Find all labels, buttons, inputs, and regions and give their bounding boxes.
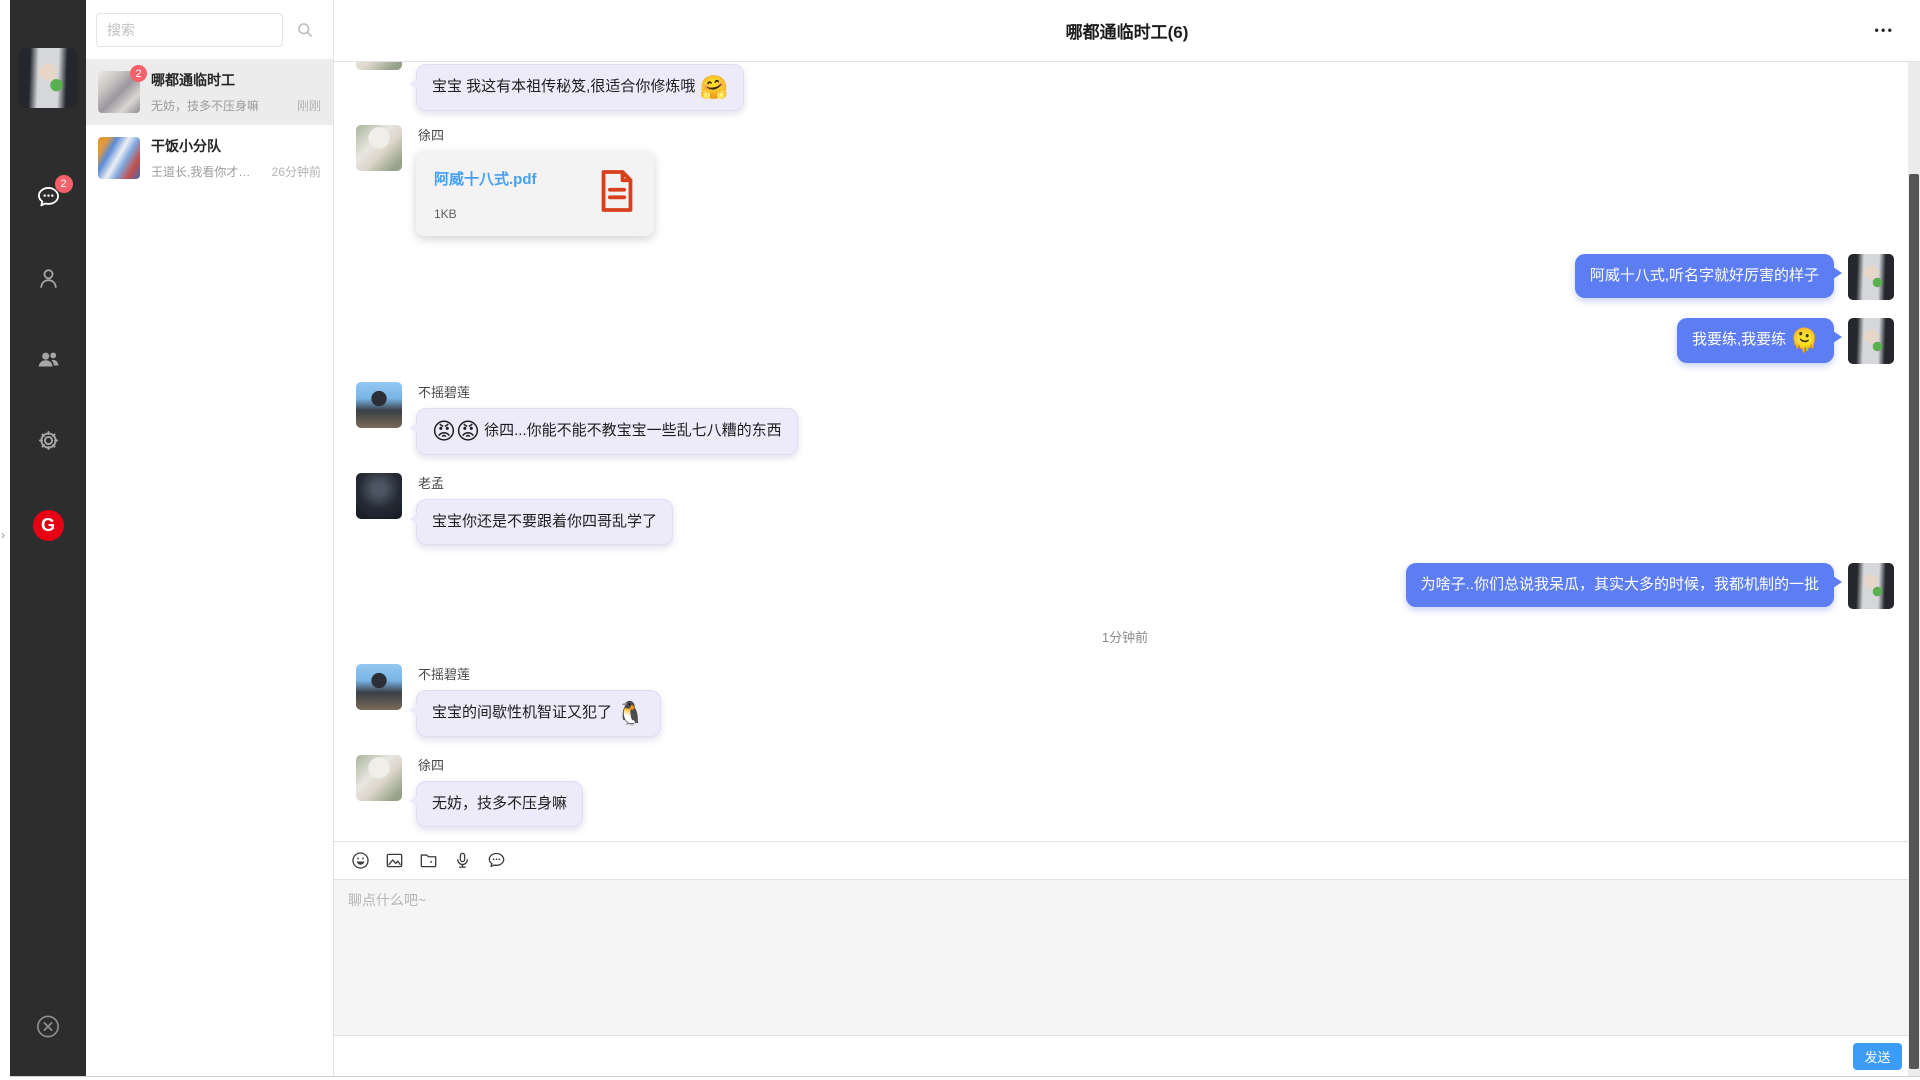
search-icon[interactable] [295,20,315,40]
avatar-buyaobilian[interactable] [356,664,402,710]
chat-list-item[interactable]: 2哪都通临时工无妨，技多不压身嘛刚刚 [86,59,333,125]
chat-pane: 哪都通临时工(6) ••• 宝宝 我这有本祖传秘笈,很适合你修炼哦 🤗徐四阿威十… [334,0,1920,1076]
folder-icon[interactable] [418,850,439,871]
message-bubble: 宝宝你还是不要跟着你四哥乱学了 [416,499,673,545]
group-icon [35,346,62,373]
conversation-title: 干饭小分队 [151,136,321,156]
message-group: 徐四无妨，技多不压身嘛 [356,755,1894,827]
message-bubble: 为啥子..你们总说我呆瓜，其实大多的时候，我都机制的一批 [1406,563,1834,607]
time-divider: 1分钟前 [356,627,1894,646]
message-bubble: 我要练,我要练 🫠 [1677,318,1834,363]
file-size: 1KB [434,207,586,221]
file-name: 阿威十八式.pdf [434,168,586,189]
sender-name: 不摇碧莲 [418,382,470,401]
emoji-icon[interactable] [350,850,371,871]
message-group: 我要练,我要练 🫠 [356,318,1894,364]
message-list: 宝宝 我这有本祖传秘笈,很适合你修炼哦 🤗徐四阿威十八式.pdf1KB阿威十八式… [334,62,1908,841]
inline-emoji: 🤗 [700,74,729,100]
message-bubble: 😡😡 徐四...你能不能不教宝宝一些乱七八糟的东西 [416,408,798,455]
pdf-file-icon [598,168,636,214]
inline-emoji: 😡 [456,418,480,444]
logout-icon[interactable] [35,1013,62,1040]
avatar-laomeng[interactable] [356,473,402,519]
chat-list-item[interactable]: 干饭小分队王道长,我看你才… 26分钟前 [86,125,333,191]
composer-toolbar [334,842,1908,879]
message-group: 老孟宝宝你还是不要跟着你四哥乱学了 [356,473,1894,545]
app-sidebar: 2 G [10,0,86,1076]
avatar-xusi[interactable] [356,755,402,801]
chat-title: 哪都通临时工(6) [1066,18,1189,43]
avatar-xusi[interactable] [356,62,402,70]
inline-emoji: 🐧 [616,700,645,726]
message-group: 宝宝 我这有本祖传秘笈,很适合你修炼哦 🤗 [356,64,1894,111]
scrollbar-track [1908,62,1920,1076]
chat-history-icon[interactable] [486,850,507,871]
avatar-buyaobilian[interactable] [356,382,402,428]
unread-badge: 2 [55,175,73,193]
chat-header: 哪都通临时工(6) ••• [334,0,1920,62]
conversation-list: 2哪都通临时工无妨，技多不压身嘛刚刚干饭小分队王道长,我看你才…26分钟前 [86,59,333,191]
avatar-user[interactable] [1848,254,1894,300]
window-bottom-border [10,1076,1920,1077]
sender-name: 老孟 [418,473,444,492]
sidebar-item-messages[interactable]: 2 [35,184,62,211]
send-button[interactable]: 发送 [1853,1043,1902,1070]
message-group: 徐四阿威十八式.pdf 1KB [356,125,1894,236]
composer: 发送 [334,841,1908,1076]
conversation-list-panel: 2哪都通临时工无妨，技多不压身嘛刚刚干饭小分队王道长,我看你才…26分钟前 [86,0,334,1076]
user-avatar[interactable] [18,48,78,108]
sidebar-nav: 2 [35,184,62,454]
message-input[interactable] [334,879,1908,1036]
avatar-user[interactable] [1848,318,1894,364]
sender-name: 不摇碧莲 [418,664,470,683]
sidebar-collapse-arrow[interactable]: › [1,528,5,542]
file-attachment-card[interactable]: 阿威十八式.pdf 1KB [416,151,654,236]
avatar-xusi[interactable] [356,125,402,171]
conversation-time: 26分钟前 [272,163,321,180]
send-row: 发送 [334,1036,1908,1076]
message-bubble: 无妨，技多不压身嘛 [416,781,583,827]
message-bubble: 宝宝 我这有本祖传秘笈,很适合你修炼哦 🤗 [416,64,744,111]
message-group: 为啥子..你们总说我呆瓜，其实大多的时候，我都机制的一批 [356,563,1894,609]
contacts-icon [35,265,62,292]
conversation-title: 哪都通临时工 [151,70,321,90]
message-group: 不摇碧莲 😡😡 徐四...你能不能不教宝宝一些乱七八糟的东西 [356,382,1894,455]
message-group: 不摇碧莲宝宝的间歇性机智证又犯了 🐧 [356,664,1894,737]
chat-app-window: 2 G › 2哪都通临时工无妨，技多不压身嘛刚刚干饭小分队王道长,我看你才…26… [0,0,1920,1080]
sidebar-item-groups[interactable] [35,346,62,373]
conversation-avatar: 2 [98,71,140,113]
message-group: 阿威十八式,听名字就好厉害的样子 [356,254,1894,300]
mic-icon[interactable] [452,850,473,871]
sender-name: 徐四 [418,125,444,144]
conversation-last-message: 王道长,我看你才… [151,163,266,180]
message-bubble: 宝宝的间歇性机智证又犯了 🐧 [416,690,661,737]
sidebar-item-contacts[interactable] [35,265,62,292]
image-icon[interactable] [384,850,405,871]
scrollbar-thumb[interactable] [1909,174,1919,1069]
sender-name: 徐四 [418,755,444,774]
more-icon[interactable]: ••• [1874,22,1894,37]
message-bubble: 阿威十八式,听名字就好厉害的样子 [1575,254,1834,298]
avatar-user[interactable] [1848,563,1894,609]
conversation-time: 刚刚 [297,97,321,114]
inline-emoji: 😡 [432,418,456,444]
conversation-avatar [98,137,140,179]
search-bar [86,0,333,59]
sidebar-item-settings[interactable] [35,427,62,454]
app-logo-g[interactable]: G [33,510,64,541]
gear-icon [35,427,62,454]
search-input[interactable] [96,13,283,47]
conversation-last-message: 无妨，技多不压身嘛 [151,97,291,114]
inline-emoji: 🫠 [1790,327,1819,353]
unread-badge: 2 [130,65,147,82]
